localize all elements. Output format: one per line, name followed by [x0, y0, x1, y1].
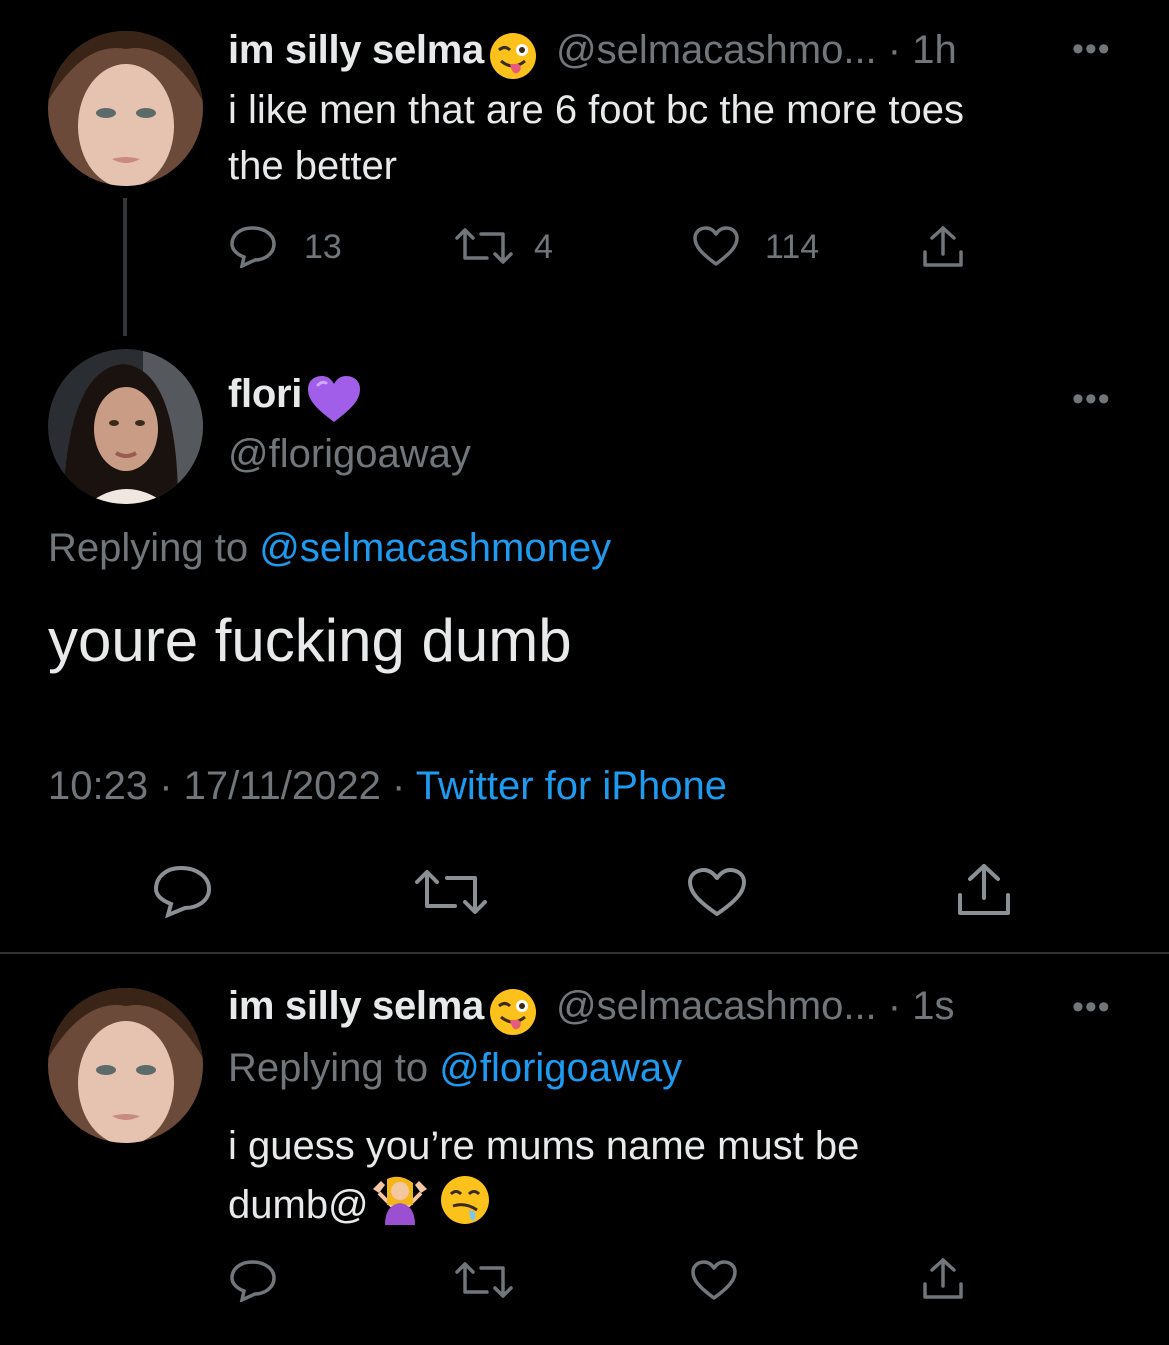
winking-face-with-tongue-icon	[488, 31, 538, 86]
handle[interactable]: @florigoaway	[228, 432, 471, 477]
retweet-count: 4	[534, 228, 553, 266]
more-options-icon[interactable]: •••	[1072, 30, 1111, 69]
more-options-icon[interactable]: •••	[1072, 988, 1111, 1027]
more-options-icon[interactable]: •••	[1072, 380, 1111, 419]
retweet-icon[interactable]	[453, 1258, 515, 1302]
divider	[0, 952, 1169, 954]
replying-to-link[interactable]: @selmacashmoney	[259, 526, 611, 570]
replying-to-prefix: Replying to	[48, 526, 249, 570]
replying-to-link[interactable]: @florigoaway	[439, 1046, 682, 1090]
avatar-flori[interactable]	[48, 349, 203, 504]
share-icon[interactable]	[920, 1256, 966, 1302]
avatar-selma[interactable]	[48, 31, 203, 186]
retweet-icon[interactable]	[453, 224, 515, 268]
avatar-selma[interactable]	[48, 988, 203, 1143]
reply-icon[interactable]	[228, 1258, 280, 1302]
reply-count: 13	[304, 228, 342, 266]
handle-and-time: @selmacashmo... · 1h	[555, 28, 957, 72]
tweet-text-line-2: dumb@	[228, 1183, 369, 1228]
like-icon[interactable]	[691, 224, 741, 268]
like-icon[interactable]	[689, 1258, 739, 1302]
replying-to-prefix: Replying to	[228, 1046, 429, 1090]
tweet-text-line-1: i guess you’re mums name must be	[228, 1124, 860, 1168]
share-icon[interactable]	[920, 224, 966, 270]
handle-and-time: @selmacashmo... · 1s	[555, 984, 955, 1028]
like-count: 114	[765, 228, 820, 266]
reply-icon[interactable]	[152, 864, 214, 918]
retweet-icon[interactable]	[413, 866, 489, 918]
person-shrugging-icon	[371, 1175, 429, 1240]
drooling-face-icon	[439, 1174, 491, 1241]
display-name[interactable]: im silly selma	[228, 984, 484, 1028]
tweet-date: 17/11/2022	[183, 764, 381, 808]
tweet-text-line-2: the better	[228, 144, 398, 188]
tweet-text-line-1: i like men that are 6 foot bc the more t…	[228, 88, 964, 132]
winking-face-with-tongue-icon	[488, 987, 538, 1042]
tweet-text: youre fucking dumb	[48, 607, 572, 674]
like-icon[interactable]	[686, 866, 748, 918]
tweet-source-link[interactable]: Twitter for iPhone	[416, 764, 727, 808]
display-name[interactable]: flori	[228, 372, 302, 416]
purple-heart-icon	[306, 375, 362, 430]
display-name[interactable]: im silly selma	[228, 28, 484, 72]
tweet-time: 10:23	[48, 764, 149, 808]
reply-icon[interactable]	[228, 224, 280, 268]
thread-connector	[123, 198, 127, 336]
share-icon[interactable]	[955, 862, 1013, 918]
